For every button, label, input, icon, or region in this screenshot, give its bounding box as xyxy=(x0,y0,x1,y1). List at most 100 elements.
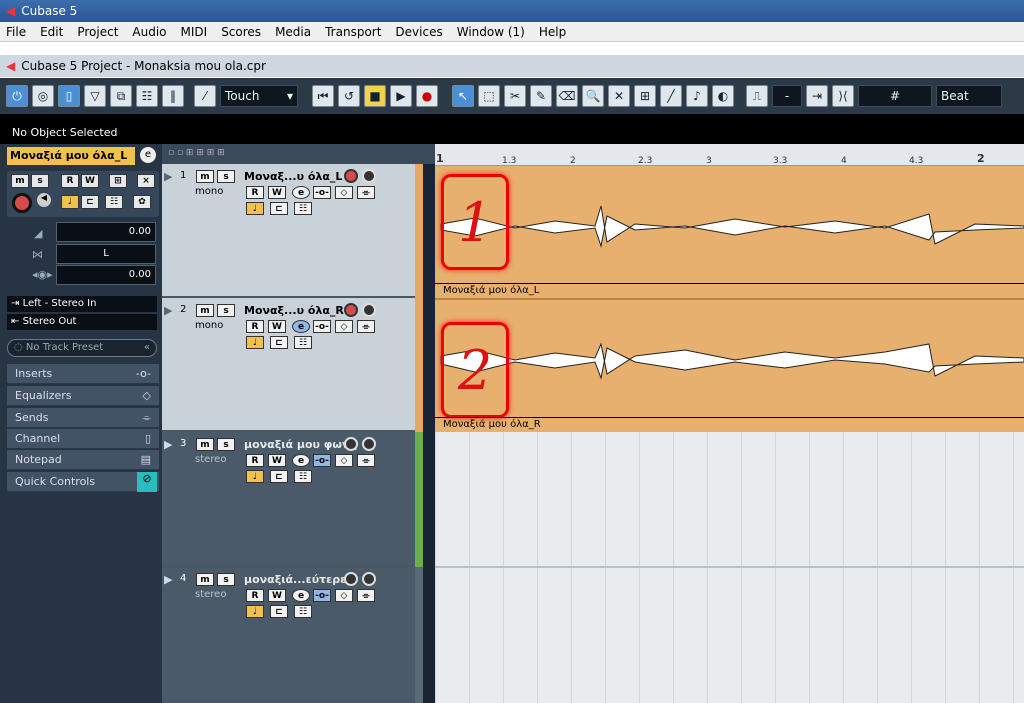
menu-scores[interactable]: Scores xyxy=(221,25,261,39)
automation-mode-select[interactable]: Touch ▾ xyxy=(220,85,298,107)
timeline-ruler[interactable]: 1 1.3 2 2.3 3 3.3 4 4.3 2 xyxy=(435,144,1024,166)
track-monitor-button[interactable] xyxy=(362,572,376,586)
color-tool[interactable]: ◐ xyxy=(712,85,734,107)
track-inserts-button[interactable]: -o- xyxy=(313,589,331,602)
track-lock-button[interactable]: ⊏ xyxy=(270,202,288,215)
object-selection-tool[interactable]: ↖ xyxy=(452,85,474,107)
track-mute-button[interactable]: m xyxy=(196,573,214,586)
output-routing[interactable]: ⇤ Stereo Out xyxy=(7,314,157,330)
track-mute-button[interactable]: m xyxy=(196,438,214,451)
play-tool[interactable]: ♪ xyxy=(686,85,708,107)
expand-arrow-icon[interactable]: ▶ xyxy=(164,573,172,586)
range-selection-tool[interactable]: ⬚ xyxy=(478,85,500,107)
inspector-section-inserts[interactable]: Inserts -o- xyxy=(7,364,159,384)
track-monitor-button[interactable] xyxy=(362,437,376,451)
menu-audio[interactable]: Audio xyxy=(132,25,166,39)
track-list-buttons[interactable]: ▫ ▫ ⊞ ⊞ ⊞ ⊞ xyxy=(168,148,225,158)
menu-media[interactable]: Media xyxy=(275,25,311,39)
empty-track-lanes[interactable] xyxy=(435,432,1024,703)
track-solo-button[interactable]: s xyxy=(217,573,235,586)
show-pool-button[interactable]: ☷ xyxy=(136,85,158,107)
track-lock-button[interactable]: ⊏ xyxy=(270,605,288,618)
track-read-button[interactable]: R xyxy=(246,589,264,602)
mute-tool[interactable]: ✕ xyxy=(608,85,630,107)
draw-tool[interactable]: ✎ xyxy=(530,85,552,107)
track-preset-field[interactable]: ◌ No Track Preset « xyxy=(7,339,157,357)
split-tool[interactable]: ✂ xyxy=(504,85,526,107)
inspector-section-notepad[interactable]: Notepad ▤ xyxy=(7,450,159,470)
track-name[interactable]: μοναξιά...εύτερες xyxy=(244,573,353,586)
snap-icon[interactable]: ⎍ xyxy=(746,85,768,107)
track-edit-button[interactable]: e xyxy=(292,589,310,602)
timebase-button[interactable]: ♩ xyxy=(61,195,79,209)
track-name[interactable]: μοναξιά μου φωνή xyxy=(244,438,357,451)
track-lock-button[interactable]: ⊏ xyxy=(270,336,288,349)
delay-field[interactable]: 0.00 xyxy=(56,265,156,285)
grid-select[interactable]: # xyxy=(858,85,932,107)
track-eq-button[interactable]: ◇ xyxy=(335,186,353,199)
track-lanes-button[interactable]: ☷ xyxy=(294,336,312,349)
menu-window[interactable]: Window (1) xyxy=(457,25,525,39)
volume-field[interactable]: 0.00 xyxy=(56,222,156,242)
track-lock-button[interactable]: ⊏ xyxy=(270,470,288,483)
track-row[interactable]: ▶ 3 m s μοναξιά μου φωνή stereo R W e -o… xyxy=(162,432,415,567)
track-edit-button[interactable]: e xyxy=(292,320,310,333)
automation-icon[interactable]: ⁄ xyxy=(194,85,216,107)
show-overview-button[interactable]: ⧉ xyxy=(110,85,132,107)
quantize-select[interactable]: Beat xyxy=(936,85,1002,107)
write-button[interactable]: W xyxy=(81,174,99,188)
track-edit-button[interactable]: e xyxy=(292,186,310,199)
track-read-button[interactable]: R xyxy=(246,186,264,199)
inspector-track-name[interactable]: Μοναξιά μου όλα_L xyxy=(7,147,135,165)
track-record-button[interactable] xyxy=(344,303,358,317)
menu-midi[interactable]: MIDI xyxy=(181,25,208,39)
record-button[interactable]: ● xyxy=(416,85,438,107)
track-record-button[interactable] xyxy=(344,572,358,586)
line-tool[interactable]: ╱ xyxy=(660,85,682,107)
inspector-section-channel[interactable]: Channel ▯ xyxy=(7,429,159,449)
track-timebase-button[interactable]: ♩ xyxy=(246,470,264,483)
track-name[interactable]: Μοναξ...υ όλα_R xyxy=(244,304,344,317)
channel-config-button[interactable]: ✿ xyxy=(133,195,151,209)
track-edit-button[interactable]: e xyxy=(292,454,310,467)
track-timebase-button[interactable]: ♩ xyxy=(246,202,264,215)
mute-button[interactable]: m xyxy=(11,174,29,188)
inspector-section-equalizers[interactable]: Equalizers ◇ xyxy=(7,386,159,406)
solo-button[interactable]: s xyxy=(31,174,49,188)
input-routing[interactable]: ⇥ Left - Stereo In xyxy=(7,296,157,312)
expand-arrow-icon[interactable]: ▶ xyxy=(164,438,172,451)
track-inserts-button[interactable]: -o- xyxy=(313,454,331,467)
expand-arrow-icon[interactable]: ▶ xyxy=(164,170,172,183)
menu-help[interactable]: Help xyxy=(539,25,566,39)
record-enable-button[interactable] xyxy=(12,193,32,213)
time-warp-tool[interactable]: ⊞ xyxy=(634,85,656,107)
expand-arrow-icon[interactable]: ▶ xyxy=(164,304,172,317)
track-lanes-button[interactable]: ☷ xyxy=(294,605,312,618)
snap-mode-button[interactable]: ⇥ xyxy=(806,85,828,107)
monitor-button[interactable]: ◀ xyxy=(37,193,51,207)
track-record-button[interactable] xyxy=(344,169,358,183)
menu-devices[interactable]: Devices xyxy=(395,25,442,39)
inspector-section-quick-controls[interactable]: Quick Controls ⊘ xyxy=(7,472,159,492)
track-timebase-button[interactable]: ♩ xyxy=(246,605,264,618)
show-inspector-button[interactable]: ▯ xyxy=(58,85,80,107)
track-monitor-button[interactable] xyxy=(362,169,376,183)
play-button[interactable]: ▶ xyxy=(390,85,412,107)
snap-select[interactable]: - xyxy=(772,85,802,107)
track-solo-button[interactable]: s xyxy=(217,170,235,183)
track-sends-button[interactable]: ⌯ xyxy=(357,589,375,602)
track-inserts-button[interactable]: -o- xyxy=(313,186,331,199)
edit-channel-icon[interactable]: e xyxy=(140,147,156,163)
constrain-delay-button[interactable]: ◎ xyxy=(32,85,54,107)
track-inserts-button[interactable]: -o- xyxy=(313,320,331,333)
track-read-button[interactable]: R xyxy=(246,320,264,333)
track-solo-button[interactable]: s xyxy=(217,438,235,451)
track-row[interactable]: ▶ 2 m s Μοναξ...υ όλα_R mono R W e -o- ◇… xyxy=(162,298,415,432)
track-sends-button[interactable]: ⌯ xyxy=(357,186,375,199)
track-eq-button[interactable]: ◇ xyxy=(335,589,353,602)
cycle-button[interactable]: ↺ xyxy=(338,85,360,107)
snap-zero-button[interactable]: ⟩⟨ xyxy=(832,85,854,107)
erase-tool[interactable]: ⌫ xyxy=(556,85,578,107)
go-to-start-button[interactable]: ⏮ xyxy=(312,85,334,107)
lanes-button[interactable]: ☷ xyxy=(105,195,123,209)
